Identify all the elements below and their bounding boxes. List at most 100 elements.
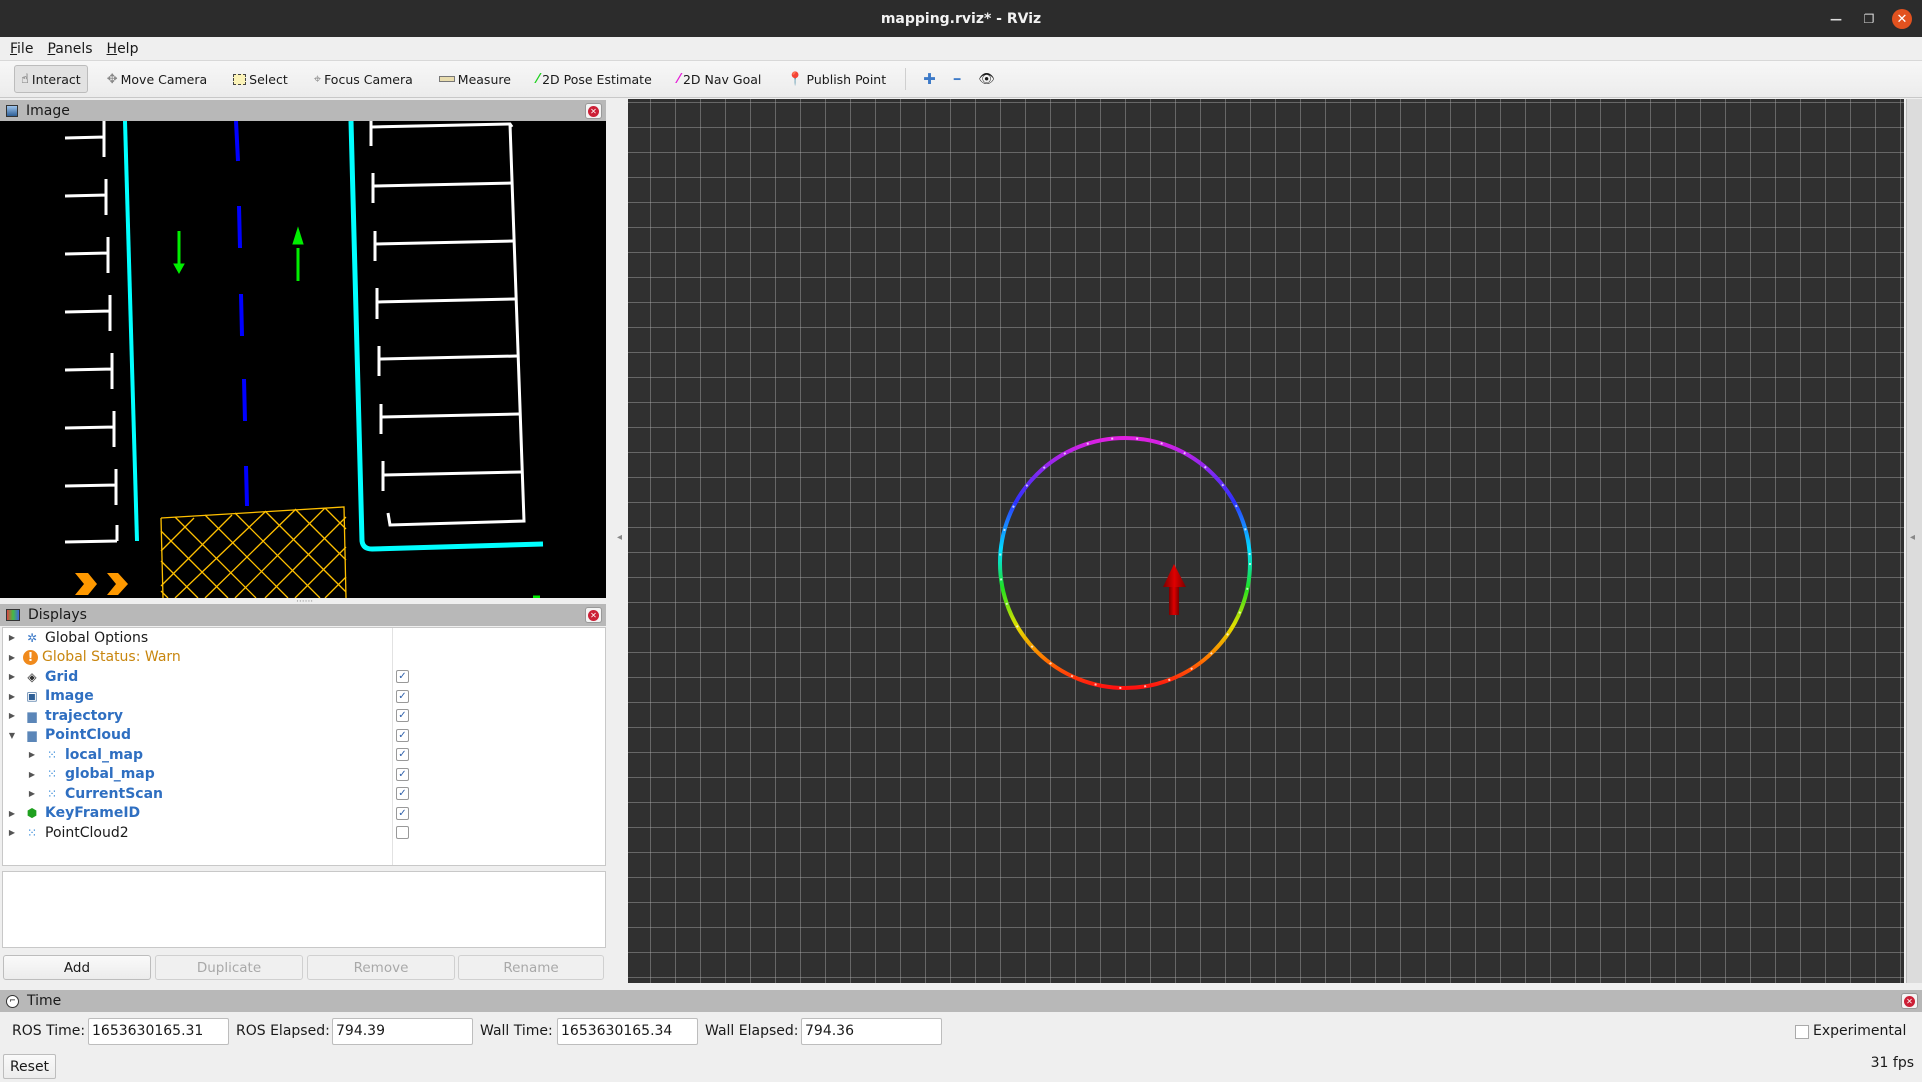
chevron-markings <box>75 573 128 595</box>
pointcloud-icon: ⁙ <box>46 767 58 781</box>
close-icon: ✕ <box>588 105 599 117</box>
no-parking-hatch <box>160 506 347 598</box>
collapse-arrow-icon[interactable]: ▼ <box>7 731 17 740</box>
display-item-global-map[interactable]: ▶ ⁙ global_map ✓ <box>3 765 605 784</box>
collapse-left-dock-handle[interactable]: ◂ <box>617 532 622 543</box>
minimize-button[interactable]: — <box>1826 9 1846 29</box>
display-enabled-checkbox[interactable]: ✓ <box>396 689 409 703</box>
expand-arrow-icon[interactable]: ▶ <box>7 828 17 837</box>
plus-icon: ✚ <box>923 70 936 88</box>
wall-elapsed-label: Wall Elapsed: <box>705 1023 799 1039</box>
display-item-grid[interactable]: ▶ ◈ Grid ✓ <box>3 667 605 686</box>
view-menu-button[interactable]: 👁 <box>971 65 1002 93</box>
rename-display-button[interactable]: Rename <box>458 955 604 980</box>
pointcloud-icon: ⁙ <box>26 825 38 840</box>
toolbar: ☝ Interact ✥ Move Camera Select ⌖ Focus … <box>0 60 1922 98</box>
display-enabled-checkbox[interactable]: ✓ <box>396 709 409 722</box>
expand-arrow-icon[interactable]: ▶ <box>7 672 17 681</box>
remove-display-button[interactable]: Remove <box>307 955 455 980</box>
close-window-button[interactable]: ✕ <box>1892 9 1912 29</box>
display-item-trajectory[interactable]: ▶ ▆ trajectory ✓ <box>3 706 605 725</box>
pose-arrow-head <box>1163 564 1186 587</box>
display-item-local-map[interactable]: ▶ ⁙ local_map ✓ <box>3 745 605 764</box>
wall-elapsed-field[interactable]: 794.36 <box>801 1018 942 1045</box>
duplicate-display-button[interactable]: Duplicate <box>155 955 303 980</box>
experimental-checkbox[interactable] <box>1795 1025 1809 1039</box>
displays-panel-header: Displays ✕ <box>0 604 606 626</box>
display-enabled-checkbox[interactable]: ✓ <box>396 670 409 683</box>
display-item-label: KeyFrameID <box>45 805 141 821</box>
pointcloud-icon: ⁙ <box>46 786 58 801</box>
display-enabled-checkbox[interactable]: ✓ <box>396 806 409 820</box>
ros-time-field[interactable]: 1653630165.31 <box>88 1018 229 1045</box>
tool-interact[interactable]: ☝ Interact <box>14 65 88 93</box>
bev-image <box>64 121 544 598</box>
tool-label: Focus Camera <box>324 71 413 87</box>
tool-2d-pose-estimate[interactable]: ⁄ 2D Pose Estimate <box>530 65 659 93</box>
expand-right-dock-handle[interactable]: ◂ <box>1910 532 1915 543</box>
clock-icon: ⌐ <box>6 994 19 1008</box>
expand-arrow-icon[interactable]: ▶ <box>27 750 37 759</box>
display-item-global-options[interactable]: ▶ ✲ Global Options <box>3 628 605 647</box>
image-panel-header: Image ✕ <box>0 100 606 122</box>
display-item-label: Grid <box>45 668 79 685</box>
close-image-panel-button[interactable]: ✕ <box>585 103 602 119</box>
center-dashes <box>234 121 249 507</box>
remove-tool-button[interactable]: ━ <box>947 65 968 93</box>
tool-label: Move Camera <box>120 71 208 87</box>
right-dock-splitter[interactable]: ◂ <box>1906 99 1922 983</box>
green-cube-icon: ⬢ <box>26 806 38 820</box>
ros-elapsed-field[interactable]: 794.39 <box>332 1018 473 1045</box>
menu-panels[interactable]: Panels <box>47 41 92 57</box>
reset-button[interactable]: Reset <box>3 1054 56 1079</box>
add-display-button[interactable]: Add <box>3 955 151 980</box>
warning-icon: ! <box>23 649 38 665</box>
display-item-currentscan[interactable]: ▶ ⁙ CurrentScan ✓ <box>3 784 605 803</box>
tool-focus-camera[interactable]: ⌖ Focus Camera <box>307 65 420 93</box>
tool-select[interactable]: Select <box>226 65 295 93</box>
display-item-pointcloud[interactable]: ▼ ▆ PointCloud ✓ <box>3 726 605 745</box>
display-enabled-checkbox[interactable]: ✓ <box>396 748 409 761</box>
menu-file[interactable]: File <box>10 41 33 57</box>
display-item-label: global_map <box>65 766 155 782</box>
expand-arrow-icon[interactable]: ▶ <box>7 809 17 818</box>
expand-arrow-icon[interactable]: ▶ <box>7 633 17 642</box>
3d-render-view[interactable] <box>628 99 1904 983</box>
display-item-global-status-warn[interactable]: ▶! Global Status: Warn <box>3 648 605 667</box>
expand-arrow-icon[interactable]: ▶ <box>7 711 17 720</box>
tool-measure[interactable]: Measure <box>432 65 518 93</box>
expand-arrow-icon[interactable]: ▶ <box>7 692 17 701</box>
display-item-keyframeid[interactable]: ▶ ⬢ KeyFrameID ✓ <box>3 804 605 823</box>
title-bar: mapping.rviz* - RViz — ❐ ✕ <box>0 0 1922 37</box>
display-enabled-checkbox[interactable]: ✓ <box>396 787 409 800</box>
expand-arrow-icon[interactable]: ▶ <box>27 770 37 779</box>
close-icon: ✕ <box>588 609 599 621</box>
restore-button[interactable]: ❐ <box>1859 9 1879 29</box>
tool-label: Measure <box>457 71 511 87</box>
tool-2d-nav-goal[interactable]: ⁄ 2D Nav Goal <box>671 65 769 93</box>
displays-tree[interactable]: ▶ ✲ Global Options ▶! Global Status: Warn ▶ ◈ G… <box>2 627 606 866</box>
add-tool-button[interactable]: ✚ <box>916 65 943 93</box>
tool-move-camera[interactable]: ✥ Move Camera <box>100 65 214 93</box>
display-enabled-checkbox[interactable]: ✓ <box>396 728 409 742</box>
close-displays-panel-button[interactable]: ✕ <box>585 607 602 623</box>
display-enabled-checkbox[interactable] <box>396 826 409 839</box>
display-item-pointcloud2[interactable]: ▶ ⁙ PointCloud2 <box>3 823 605 842</box>
gear-icon: ✲ <box>26 630 38 645</box>
display-item-label: PointCloud <box>45 727 132 743</box>
wall-time-field[interactable]: 1653630165.34 <box>557 1018 698 1045</box>
display-item-label: local_map <box>65 746 144 763</box>
display-enabled-checkbox[interactable]: ✓ <box>396 767 409 781</box>
image-panel-title: Image <box>26 103 70 119</box>
expand-arrow-icon[interactable]: ▶ <box>27 789 37 798</box>
wall-time-label: Wall Time: <box>480 1023 553 1039</box>
close-time-panel-button[interactable]: ✕ <box>1901 993 1918 1009</box>
display-item-label: Global Options <box>45 629 149 646</box>
tool-label: Publish Point <box>806 71 887 87</box>
tool-publish-point[interactable]: 📍 Publish Point <box>780 65 893 93</box>
camera-image-view[interactable] <box>0 121 606 598</box>
menu-help[interactable]: Help <box>107 41 139 57</box>
display-item-image[interactable]: ▶ ▣ Image ✓ <box>3 687 605 706</box>
left-lane-boundary <box>123 121 139 542</box>
expand-arrow-icon[interactable]: ▶ <box>7 653 17 662</box>
